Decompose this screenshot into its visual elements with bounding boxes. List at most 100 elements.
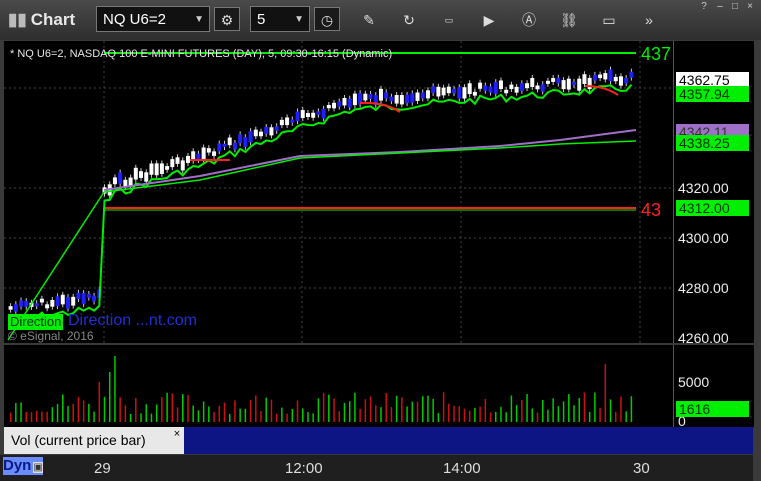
candle-body — [342, 97, 347, 106]
watermark: Direction ...nt.com — [68, 312, 197, 329]
candle-body — [212, 151, 217, 156]
candle-body — [201, 147, 206, 160]
price-tick: 4280.00 — [678, 280, 729, 296]
candle-body — [217, 143, 222, 152]
chart-canvas — [4, 41, 672, 422]
candle-body — [577, 78, 582, 91]
candle-body — [24, 301, 29, 307]
candle-body — [264, 127, 269, 134]
candle-body — [405, 94, 410, 104]
candle-body — [8, 306, 13, 310]
candle-body — [425, 90, 430, 99]
candle-body — [384, 92, 389, 99]
candle-body — [462, 87, 467, 99]
candle-body — [582, 74, 587, 84]
candle-body — [34, 303, 39, 307]
ma-purple-line — [103, 129, 637, 191]
candle-body — [420, 92, 425, 99]
candle-body — [446, 86, 451, 94]
candle-body — [311, 112, 316, 118]
candle-body — [347, 98, 352, 108]
candle-body — [248, 131, 253, 143]
candle-body — [624, 78, 629, 84]
time-label: 12:00 — [285, 460, 323, 477]
candle-body — [566, 78, 571, 90]
candle-body — [530, 78, 535, 87]
candle-body — [535, 85, 540, 90]
edge-label-top: 437 — [641, 44, 672, 64]
candle-body — [55, 296, 60, 307]
candle-body — [332, 102, 337, 109]
candle-body — [488, 86, 493, 93]
copyright: © eSignal, 2016 — [8, 329, 94, 343]
candle-body — [300, 110, 305, 119]
candle-body — [613, 76, 618, 82]
price-tick: 4320.00 — [678, 180, 729, 196]
candle-body — [316, 111, 321, 115]
candle-body — [253, 129, 258, 137]
candle-body — [608, 69, 613, 82]
candle-body — [363, 93, 368, 101]
candle-body — [76, 292, 81, 299]
candle-body — [389, 96, 394, 102]
candle-body — [71, 296, 76, 306]
candle-body — [274, 126, 279, 131]
candle-body — [394, 94, 399, 104]
candle-body — [431, 86, 436, 93]
price-box-level: 4312.00 — [676, 200, 749, 216]
price-box-ma-fast: 4357.94 — [676, 86, 749, 102]
candle-body — [238, 134, 243, 144]
candle-body — [232, 142, 237, 150]
candle-body — [39, 298, 44, 303]
candle-body — [618, 76, 623, 86]
candle-body — [19, 300, 24, 307]
candle-body — [149, 163, 154, 175]
candle-body — [472, 91, 477, 96]
candle-body — [498, 80, 503, 89]
candle-body — [378, 88, 383, 101]
direction-label: Direction — [8, 314, 64, 330]
candle-body — [170, 159, 175, 168]
candle-body — [436, 86, 441, 97]
candle-body — [165, 166, 170, 170]
candle-body — [540, 84, 545, 92]
edge-label-mid: 43 — [641, 200, 662, 220]
candle-body — [60, 294, 65, 305]
candle-body — [514, 86, 519, 93]
candle-body — [598, 74, 603, 79]
candle-body — [467, 83, 472, 95]
candle-body — [144, 172, 149, 182]
candle-body — [556, 77, 561, 84]
candle-body — [159, 163, 164, 174]
candle-body — [139, 171, 144, 178]
candle-body — [269, 127, 274, 136]
candle-body — [603, 73, 608, 80]
volume-study-tab[interactable]: Vol (current price bar) — [4, 427, 184, 454]
candle-body — [592, 74, 597, 81]
candle-body — [321, 108, 326, 119]
candle-body — [290, 119, 295, 123]
candle-body — [118, 172, 123, 184]
candle-body — [285, 117, 290, 126]
time-label: 29 — [94, 460, 111, 477]
candle-body — [65, 297, 70, 309]
candle-body — [519, 83, 524, 91]
dynamic-mode-button[interactable]: Dyn ▣ — [3, 457, 43, 475]
time-label: 14:00 — [443, 460, 481, 477]
time-label: 30 — [633, 460, 650, 477]
candle-body — [86, 293, 91, 298]
close-icon[interactable]: × — [171, 428, 183, 440]
candle-body — [185, 155, 190, 163]
chart-legend: * NQ U6=2, NASDAQ 100 E-MINI FUTURES (DA… — [10, 48, 393, 60]
candle-body — [92, 295, 97, 302]
price-tick: 4260.00 — [678, 330, 729, 346]
candle-body — [326, 104, 331, 109]
candle-body — [452, 88, 457, 94]
ma-fast-line — [10, 84, 633, 321]
candle-body — [133, 167, 138, 180]
price-box-ma-slow: 4338.25 — [676, 135, 749, 151]
candle-body — [227, 137, 232, 146]
candle-body — [206, 148, 211, 153]
chart-window: ▮▮ Chart NQ U6=2 ▼ ⚙ 5 ▼ ◷ ✎ ↻ ▭ ▶ Ⓐ ⛓ ▭ » … — [0, 0, 761, 481]
candle-body — [13, 304, 18, 312]
